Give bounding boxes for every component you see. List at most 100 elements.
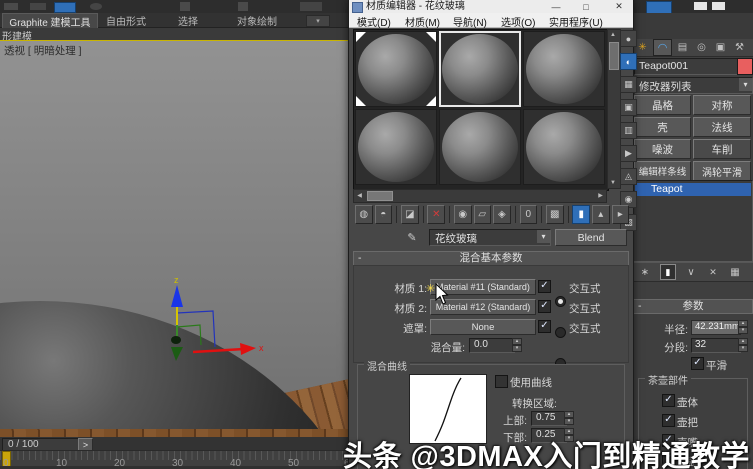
sample-slot[interactable] [439,109,521,185]
mask-button[interactable]: None [430,319,536,335]
scrollbar-thumb[interactable] [367,191,393,201]
mask-enable-checkbox[interactable]: ✓ [538,320,551,333]
make-material-copy-icon[interactable]: ◉ [453,204,472,224]
upper-field[interactable]: 0.75 [531,411,567,426]
scroll-right-icon[interactable]: ▶ [595,190,606,200]
sample-slot[interactable] [523,31,605,107]
menu-utilities[interactable]: 实用程序(U) [549,14,603,29]
spinner-up-icon[interactable]: ▴ [738,338,748,345]
material-type-button[interactable]: Blend [555,229,627,246]
sample-uv-tiling-icon[interactable]: ▣ [620,99,637,116]
sample-slot[interactable] [355,109,437,185]
hierarchy-tab-icon[interactable]: ▤ [674,40,691,55]
material-name-dropdown[interactable]: 花纹玻璃 ▾ [429,229,551,246]
scroll-down-icon[interactable]: ▼ [608,178,618,188]
video-color-check-icon[interactable]: ▥ [620,122,637,139]
toolbar-partial-icon[interactable] [238,2,248,11]
modifier-button-lattice[interactable]: 晶格 [634,95,691,115]
make-unique-icon[interactable]: ▱ [473,204,492,224]
material1-interactive-radio[interactable] [555,296,566,307]
toolbar-partial-icon[interactable] [30,3,46,10]
reset-map-icon[interactable]: ✕ [427,204,446,224]
parameters-rollout-header[interactable]: - 参数 [633,299,753,314]
sample-type-icon[interactable]: ● [620,30,637,47]
ribbon-tab-selection[interactable]: 选择 [168,13,208,28]
utilities-tab-icon[interactable]: ⚒ [731,40,748,55]
sample-slot[interactable] [523,109,605,185]
modifier-button-edit-spline[interactable]: 编辑样条线 [634,161,691,181]
stack-item-teapot[interactable]: Teapot [635,183,751,196]
dropdown-caret-icon[interactable]: ▾ [537,230,550,243]
assign-material-to-selection-icon[interactable]: ◪ [401,204,419,224]
make-unique-icon[interactable]: ∨ [684,265,698,279]
menu-options[interactable]: 选项(O) [501,14,535,29]
pick-material-dropper-icon[interactable]: ✎ [405,230,419,244]
scrollbar-thumb[interactable] [609,42,619,70]
put-to-library-icon[interactable]: ◈ [493,204,511,224]
ribbon-minimize-icon[interactable]: ▾ [306,15,330,27]
spinner-up-icon[interactable]: ▴ [738,320,748,327]
perspective-viewport[interactable]: 透视 [ 明暗处理 ] z x [0,40,350,438]
motion-tab-icon[interactable]: ◎ [693,40,710,55]
menu-navigation[interactable]: 导航(N) [453,14,487,29]
backlight-icon[interactable]: ◐ [620,53,637,70]
toolbar-partial-icon[interactable] [4,3,18,10]
object-color-swatch[interactable] [737,58,753,75]
snap-toggle-active[interactable] [54,2,76,13]
go-to-sibling-icon[interactable]: ▸ [611,204,630,224]
show-end-result-icon[interactable]: ▮ [572,204,590,224]
mix-amount-spinner[interactable]: ▴ ▾ [512,338,522,352]
radius-spinner[interactable]: ▴ ▾ [738,320,748,334]
material1-enable-checkbox[interactable]: ✓ [538,280,551,293]
modifier-button-noise[interactable]: 噪波 [634,139,691,159]
modify-tab-icon[interactable]: ◠ [653,39,672,56]
put-material-to-scene-icon[interactable]: ◓ [374,204,393,224]
spinner-down-icon[interactable]: ▾ [738,345,748,352]
toolbar-partial-icon[interactable] [180,2,190,11]
maximize-button[interactable]: □ [577,0,595,13]
smooth-checkbox[interactable]: ✓ [691,357,704,370]
close-button[interactable]: ✕ [609,0,629,13]
remove-modifier-icon[interactable]: ✕ [706,265,720,279]
material2-enable-checkbox[interactable]: ✓ [538,300,551,313]
modifier-button-lathe[interactable]: 车削 [693,139,751,159]
spinner-up-icon[interactable]: ▴ [512,338,522,345]
render-frame-icon[interactable] [712,2,725,10]
get-material-icon[interactable]: ◍ [355,204,373,224]
display-tab-icon[interactable]: ▣ [712,40,729,55]
mix-amount-field[interactable]: 0.0 [469,338,515,353]
scroll-up-icon[interactable]: ▲ [608,30,618,40]
menu-material[interactable]: 材质(M) [405,14,440,29]
material-editor-titlebar[interactable]: 材质编辑器 - 花纹玻璃 — □ ✕ [349,0,633,13]
use-curve-checkbox[interactable] [495,375,508,388]
move-gizmo[interactable]: z x [138,239,268,369]
menu-mode[interactable]: 模式(D) [357,14,391,29]
segments-field[interactable]: 32 [691,338,741,353]
slots-vertical-scrollbar[interactable]: ▲ ▼ [607,29,621,189]
spinner-up-icon[interactable]: ▴ [564,411,574,418]
radius-field[interactable]: 42.231mm [691,320,741,335]
blend-basic-params-rollout-header[interactable]: - 混合基本参数 [353,251,629,266]
body-checkbox[interactable]: ✓ [662,394,675,407]
material-id-channel-icon[interactable]: 0 [519,204,538,224]
make-preview-icon[interactable]: ▶ [620,145,637,162]
spinner-down-icon[interactable]: ▾ [564,418,574,425]
scroll-left-icon[interactable]: ◀ [354,190,365,200]
object-name-field[interactable]: Teapot001 [634,58,740,75]
viewport-label[interactable]: 透视 [ 明暗处理 ] [4,43,82,58]
modifier-button-normal[interactable]: 法线 [693,117,751,137]
spinner-down-icon[interactable]: ▾ [738,327,748,334]
dropdown-caret-icon[interactable]: ▾ [739,78,752,91]
render-setup-icon[interactable] [694,2,707,10]
modifier-list-dropdown[interactable]: 修改器列表 ▾ [634,77,753,94]
ribbon-tab-object-paint[interactable]: 对象绘制 [226,13,288,28]
ribbon-tab-freeform[interactable]: 自由形式 [96,13,156,28]
slots-horizontal-scrollbar[interactable]: ◀ ▶ [353,189,607,203]
configure-modifier-sets-icon[interactable]: ▦ [728,265,742,279]
show-map-in-viewport-icon[interactable]: ▩ [545,204,564,224]
modifier-button-shell[interactable]: 壳 [634,117,691,137]
go-to-parent-icon[interactable]: ▴ [592,204,610,224]
timeline-ruler[interactable]: 0 10 20 30 40 50 6 [0,450,350,469]
sample-slot-selected[interactable] [439,31,521,107]
minimize-button[interactable]: — [547,0,565,13]
